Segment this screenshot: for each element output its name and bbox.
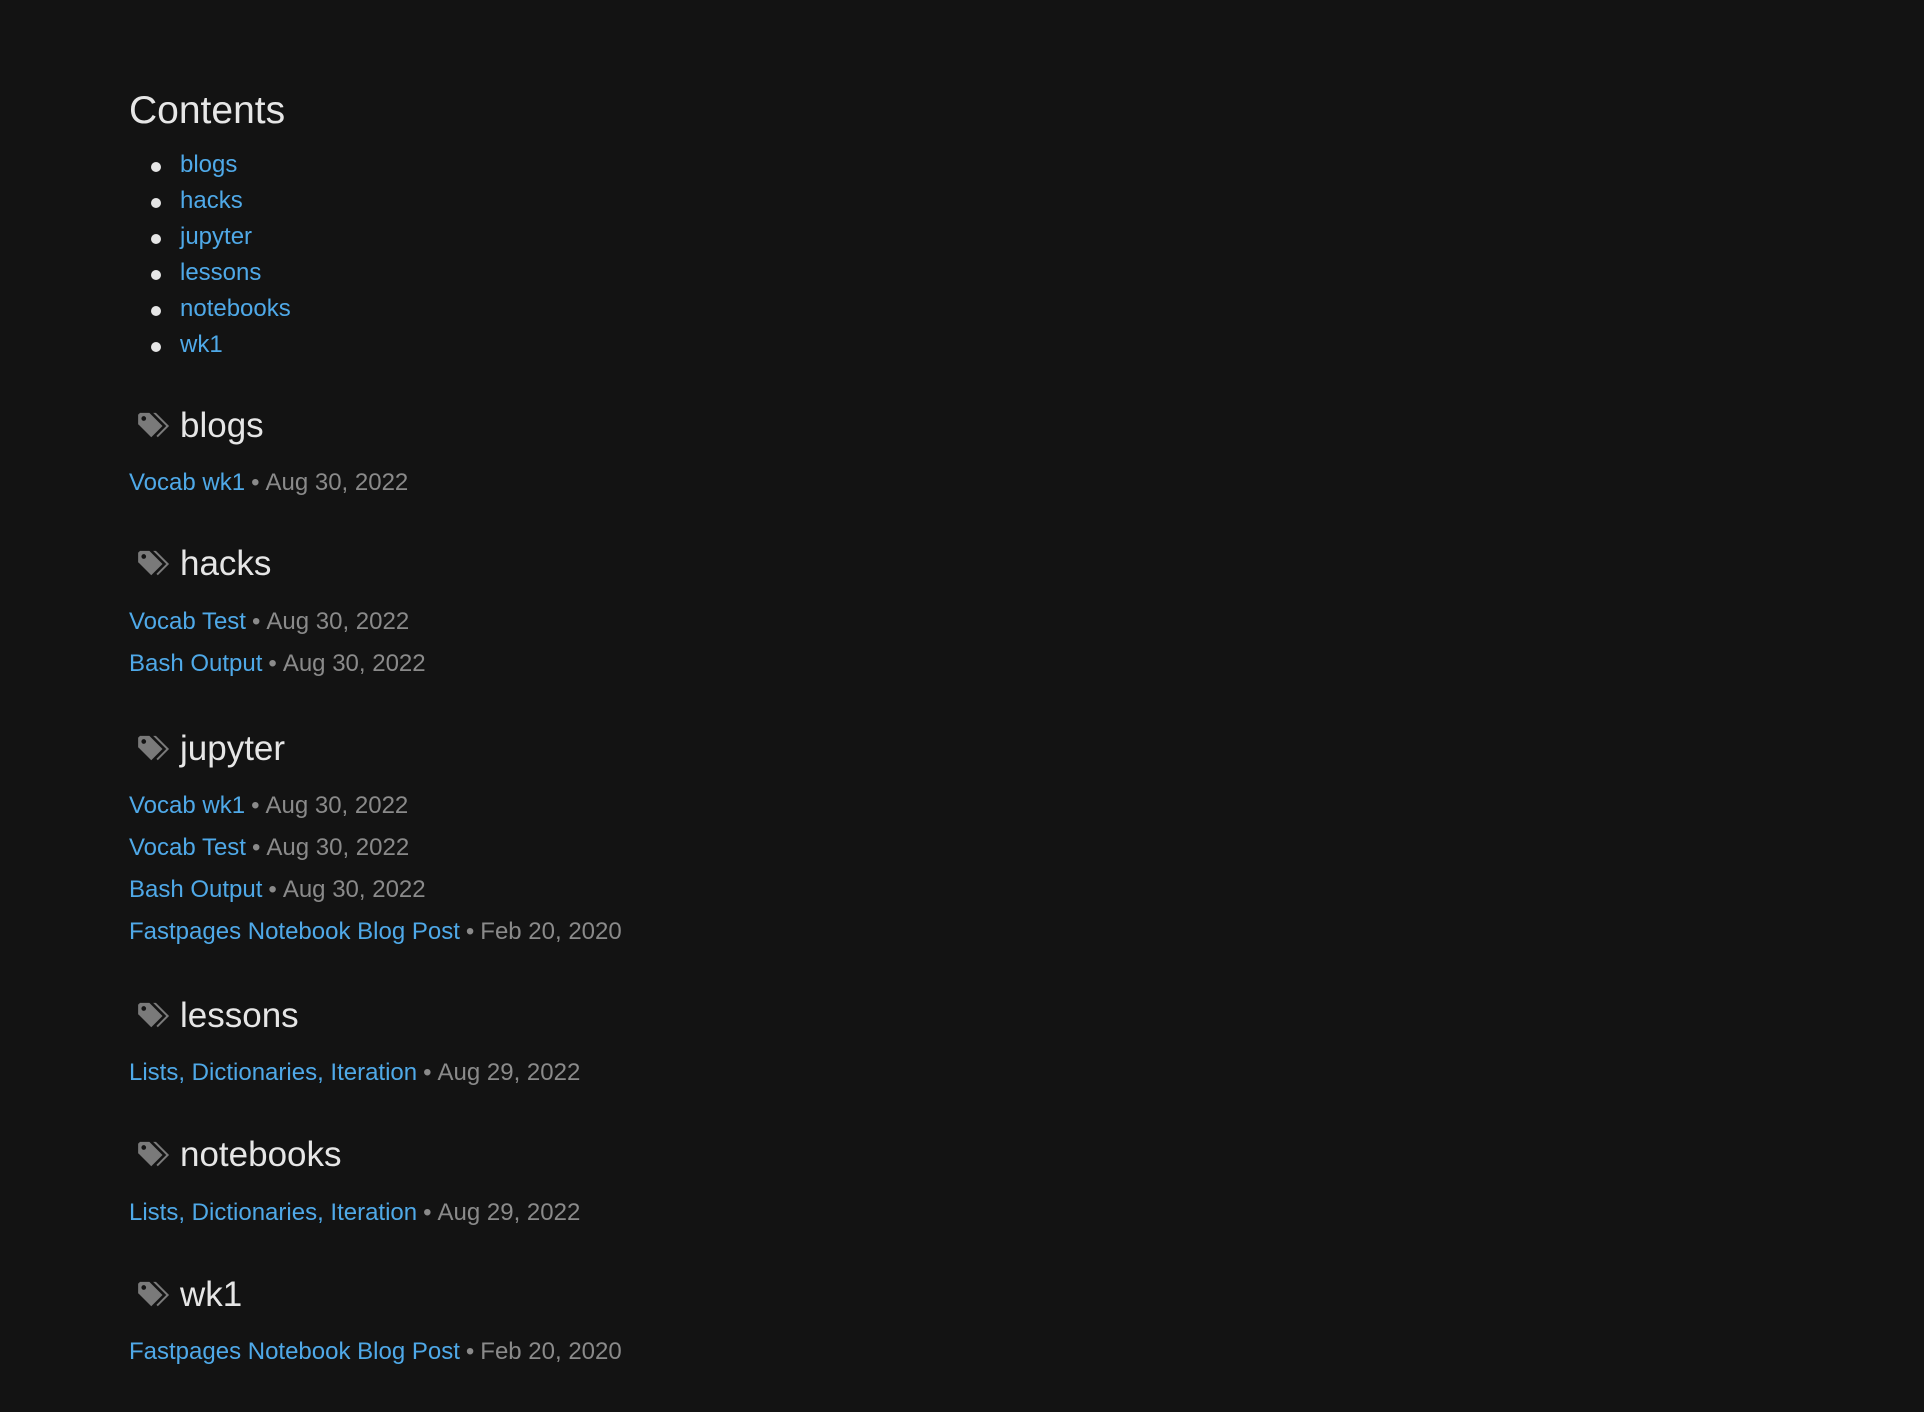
- post-item: Lists, Dictionaries, Iteration • Aug 29, 2…: [129, 1192, 1789, 1234]
- post-link[interactable]: Lists, Dictionaries, Iteration: [129, 1199, 417, 1226]
- section-header: hacks: [129, 537, 1789, 591]
- section-title: jupyter: [180, 729, 286, 768]
- post-item: Vocab Test • Aug 30, 2022: [129, 601, 1789, 643]
- tag-section-notebooks: notebooks Lists, Dictionaries, Iteration…: [129, 1128, 1789, 1234]
- separator: •: [268, 876, 277, 903]
- post-link[interactable]: Vocab wk1: [129, 469, 245, 496]
- tags-icon: [138, 1002, 170, 1028]
- post-item: Lists, Dictionaries, Iteration • Aug 29, 2…: [129, 1052, 1789, 1094]
- post-link[interactable]: Fastpages Notebook Blog Post: [129, 918, 460, 945]
- separator: •: [465, 918, 475, 945]
- section-header: notebooks: [129, 1128, 1789, 1182]
- toc-item: notebooks: [129, 291, 1789, 327]
- separator: •: [268, 650, 277, 677]
- tags-icon: [138, 412, 170, 438]
- toc-item: blogs: [129, 147, 1789, 183]
- post-link[interactable]: Fastpages Notebook Blog Post: [129, 1338, 460, 1365]
- tags-icon: [138, 1281, 170, 1307]
- post-date: Aug 30, 2022: [266, 834, 410, 861]
- separator: •: [423, 1059, 432, 1086]
- post-link[interactable]: Vocab Test: [129, 834, 246, 861]
- toc-link-hacks[interactable]: hacks: [180, 187, 243, 214]
- post-link[interactable]: Lists, Dictionaries, Iteration: [129, 1059, 417, 1086]
- post-link[interactable]: Bash Output: [129, 876, 262, 903]
- separator: •: [251, 608, 261, 635]
- post-link[interactable]: Bash Output: [129, 650, 262, 677]
- tag-section-wk1: wk1 Fastpages Notebook Blog Post • Feb 20,…: [129, 1268, 1789, 1373]
- bullet-icon: [151, 270, 161, 280]
- section-header: jupyter: [129, 722, 1789, 776]
- post-item: Bash Output • Aug 30, 2022: [129, 869, 1789, 911]
- separator: •: [465, 1338, 475, 1365]
- post-date: Aug 30, 2022: [266, 608, 410, 635]
- tags-icon: [138, 735, 170, 761]
- table-of-contents: blogs hacks jupyter lessons notebooks wk…: [129, 147, 1789, 363]
- separator: •: [251, 834, 261, 861]
- post-item: Vocab wk1 • Aug 30, 2022: [129, 785, 1789, 827]
- toc-item: wk1: [129, 327, 1789, 363]
- toc-link-jupyter[interactable]: jupyter: [180, 223, 252, 250]
- bullet-icon: [151, 342, 161, 352]
- post-item: Bash Output • Aug 30, 2022: [129, 643, 1789, 685]
- section-title: hacks: [180, 544, 272, 583]
- post-date: Feb 20, 2020: [480, 918, 622, 945]
- tag-section-jupyter: jupyter Vocab wk1 • Aug 30, 2022 Vocab Tes…: [129, 722, 1789, 953]
- separator: •: [251, 792, 260, 819]
- toc-link-lessons[interactable]: lessons: [180, 259, 261, 286]
- bullet-icon: [151, 162, 161, 172]
- post-item: Fastpages Notebook Blog Post • Feb 20, 202…: [129, 1331, 1789, 1373]
- toc-link-wk1[interactable]: wk1: [180, 331, 223, 358]
- toc-link-blogs[interactable]: blogs: [180, 151, 237, 178]
- toc-item: jupyter: [129, 219, 1789, 255]
- post-date: Aug 30, 2022: [282, 650, 426, 677]
- post-date: Aug 29, 2022: [437, 1059, 581, 1086]
- post-date: Aug 30, 2022: [282, 876, 426, 903]
- tag-section-hacks: hacks Vocab Test • Aug 30, 2022 Bash Outpu…: [129, 537, 1789, 685]
- bullet-icon: [151, 198, 161, 208]
- post-date: Feb 20, 2020: [480, 1338, 622, 1365]
- section-header: lessons: [129, 989, 1789, 1043]
- post-item: Vocab wk1 • Aug 30, 2022: [129, 462, 1789, 504]
- tags-icon: [138, 1141, 170, 1167]
- post-date: Aug 30, 2022: [265, 469, 409, 496]
- section-title: notebooks: [180, 1135, 342, 1174]
- separator: •: [423, 1199, 432, 1226]
- post-item: Vocab Test • Aug 30, 2022: [129, 827, 1789, 869]
- post-link[interactable]: Vocab wk1: [129, 792, 245, 819]
- section-header: blogs: [129, 399, 1789, 453]
- post-link[interactable]: Vocab Test: [129, 608, 246, 635]
- tag-section-lessons: lessons Lists, Dictionaries, Iteration • A…: [129, 989, 1789, 1094]
- main-content: Contents blogs hacks jupyter lessons not…: [129, 84, 1789, 1373]
- post-item: Fastpages Notebook Blog Post • Feb 20, 202…: [129, 911, 1789, 953]
- section-title: blogs: [180, 406, 264, 445]
- post-date: Aug 30, 2022: [265, 792, 409, 819]
- bullet-icon: [151, 234, 161, 244]
- section-header: wk1: [129, 1268, 1789, 1322]
- bullet-icon: [151, 306, 161, 316]
- tags-icon: [138, 550, 170, 576]
- section-title: wk1: [180, 1275, 243, 1314]
- post-date: Aug 29, 2022: [437, 1199, 581, 1226]
- page-title: Contents: [129, 89, 286, 132]
- toc-item: hacks: [129, 183, 1789, 219]
- section-title: lessons: [180, 996, 299, 1035]
- toc-link-notebooks[interactable]: notebooks: [180, 295, 291, 322]
- toc-item: lessons: [129, 255, 1789, 291]
- separator: •: [251, 469, 260, 496]
- tag-section-blogs: blogs Vocab wk1 • Aug 30, 2022: [129, 399, 1789, 504]
